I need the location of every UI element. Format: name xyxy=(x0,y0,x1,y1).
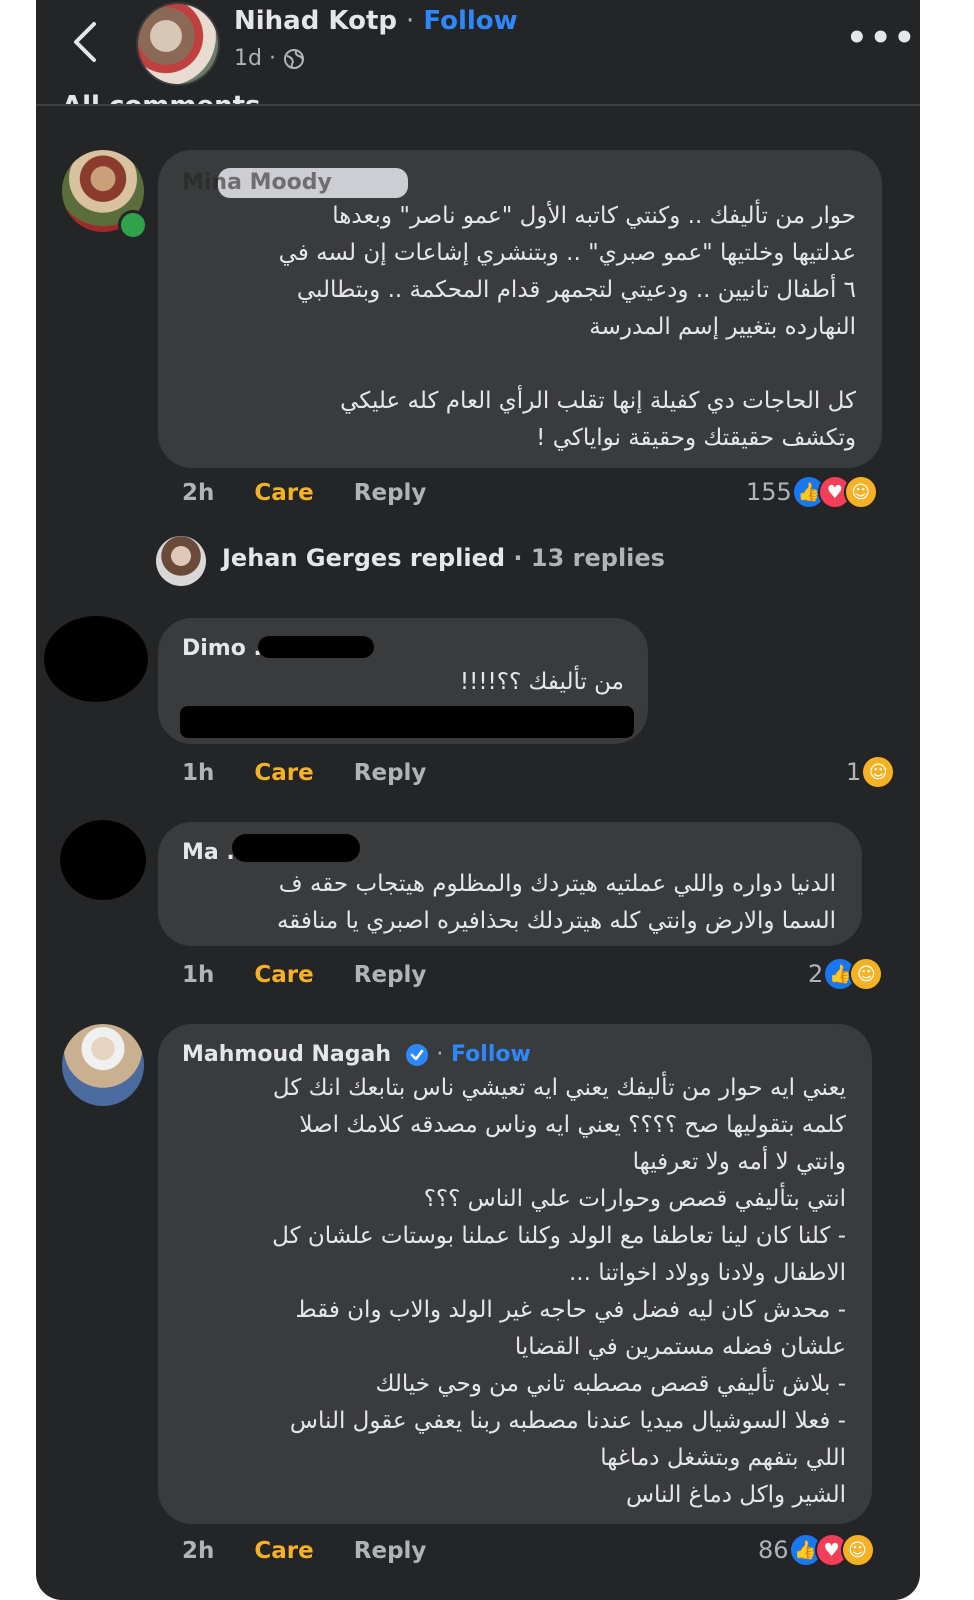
comment-line: وتكشف حقيقتك وحقيقة نواياكي ! xyxy=(536,425,856,451)
reply-button[interactable]: Reply xyxy=(354,962,427,988)
comment-line: علشان فضله مستمرين في القضايا xyxy=(514,1334,846,1360)
reply-button[interactable]: Reply xyxy=(354,480,427,506)
comment-line xyxy=(180,346,856,383)
comment-author-line: Mahmoud Nagah · Follow xyxy=(182,1042,531,1067)
follow-button[interactable]: Follow xyxy=(423,6,517,36)
comment-line: - محدش كان ليه فضل في حاجه غير الولد وال… xyxy=(295,1297,846,1323)
replied-verb: replied xyxy=(409,544,506,572)
comment-line: الاطفال ولادنا وولاد اخواتنا ... xyxy=(568,1260,846,1286)
comment-text: حوار من تأليفك .. وكنتي كاتبه الأول "عمو… xyxy=(180,198,856,457)
care-reaction-icon: ☺ xyxy=(843,475,878,509)
comment-line: النهارده بتغيير إسم المدرسة xyxy=(589,314,856,340)
reply-button[interactable]: Reply xyxy=(354,1538,427,1564)
follow-button[interactable]: Follow xyxy=(451,1042,531,1067)
comment-author[interactable]: Dimo .. xyxy=(182,636,270,661)
comment-line: عدلتيها وخلتيها "عمو صبري" .. وبتنشري إش… xyxy=(278,240,856,266)
post-meta: 1d · xyxy=(234,46,305,71)
replies-count: 13 replies xyxy=(530,544,665,572)
author-line: Nihad Kotp · Follow xyxy=(234,6,518,36)
care-button[interactable]: Care xyxy=(254,480,313,506)
comment-author[interactable]: Ma . xyxy=(182,840,235,865)
comment-line: الدنيا دواره واللي عملتيه هيتردك والمظلو… xyxy=(278,871,836,897)
comment-time[interactable]: 2h xyxy=(182,480,214,506)
comment-line: - فعلا السوشيال ميديا عندنا مصطبه ربنا ي… xyxy=(289,1408,846,1434)
care-reaction-icon: ☺ xyxy=(861,755,896,789)
redacted-avatar xyxy=(60,820,146,900)
comment-author[interactable]: Mina Moody xyxy=(182,170,332,195)
header-divider xyxy=(36,104,920,106)
comment-text: من تأليفك ؟؟!!!! xyxy=(180,664,624,701)
comments-filter[interactable]: All comments xyxy=(62,86,261,104)
comment-text: الدنيا دواره واللي عملتيه هيتردك والمظلو… xyxy=(180,866,836,940)
comment-line: من تأليفك ؟؟!!!! xyxy=(459,669,624,695)
comment-line: ٦ أطفال تانيين .. ودعيتي لتجمهر قدام الم… xyxy=(296,277,856,303)
separator-dot: · xyxy=(436,1042,444,1067)
reaction-count: 86 xyxy=(758,1536,789,1564)
reply-button[interactable]: Reply xyxy=(354,760,427,786)
comment-actions: 2h Care Reply xyxy=(182,1538,426,1564)
reaction-summary[interactable]: 86 👍 ♥ ☺ xyxy=(758,1532,875,1568)
comment-author[interactable]: Mahmoud Nagah xyxy=(182,1042,391,1067)
author-name[interactable]: Nihad Kotp xyxy=(234,6,397,36)
replier-name: Jehan Gerges xyxy=(222,544,402,572)
comment-line: السما والارض وانتي كله هيتردلك بحذافيره … xyxy=(276,908,836,934)
comment-line: يعني ايه حوار من تأليفك يعني ايه تعيشي ن… xyxy=(272,1075,846,1101)
view-replies-link[interactable]: Jehan Gerges replied · 13 replies xyxy=(222,544,665,572)
comment-time[interactable]: 1h xyxy=(182,962,214,988)
comment-time[interactable]: 1h xyxy=(182,760,214,786)
replies-separator: · xyxy=(513,544,523,572)
redacted-avatar xyxy=(44,616,148,702)
comment-time[interactable]: 2h xyxy=(182,1538,214,1564)
post-time[interactable]: 1d xyxy=(234,46,262,71)
reaction-count: 2 xyxy=(808,960,824,988)
name-redaction xyxy=(232,834,360,862)
comment-avatar[interactable] xyxy=(62,1024,144,1106)
name-redaction xyxy=(258,636,374,658)
comment-actions: 2h Care Reply xyxy=(182,480,426,506)
online-status-dot xyxy=(118,210,148,240)
separator-dot: · xyxy=(406,6,415,36)
comment-line: - بلاش تأليفي قصص مصطبه تاني من وحي خيال… xyxy=(375,1371,846,1397)
reaction-count: 155 xyxy=(746,478,792,506)
verified-badge-icon xyxy=(405,1044,428,1066)
comment-actions: 1h Care Reply xyxy=(182,760,426,786)
comment-line: اللي بتفهم وبتشغل دماغها xyxy=(600,1445,846,1471)
comment-text: يعني ايه حوار من تأليفك يعني ايه تعيشي ن… xyxy=(180,1070,846,1514)
comment-line: حوار من تأليفك .. وكنتي كاتبه الأول "عمو… xyxy=(332,203,856,229)
care-reaction-icon: ☺ xyxy=(849,957,884,991)
care-button[interactable]: Care xyxy=(254,760,313,786)
text-redaction xyxy=(180,706,634,738)
reaction-summary[interactable]: 1 ☺ xyxy=(846,754,896,790)
meta-separator: · xyxy=(268,46,276,71)
globe-icon xyxy=(283,49,304,69)
comment-line: - كلنا كان لينا تعاطفا مع الولد وكلنا عم… xyxy=(272,1223,846,1249)
reaction-count: 1 xyxy=(846,758,862,786)
comment-line: كلمه بتقوليها صح ؟؟؟؟ يعني ايه وناس مصدق… xyxy=(299,1112,846,1138)
back-arrow-icon[interactable] xyxy=(66,20,106,64)
comment-actions: 1h Care Reply xyxy=(182,962,426,988)
comment-line: الشير واكل دماغ الناس xyxy=(625,1482,846,1508)
care-button[interactable]: Care xyxy=(254,1538,313,1564)
replier-avatar[interactable] xyxy=(156,536,206,586)
author-avatar[interactable] xyxy=(136,2,220,86)
comment-line: انتي بتأليفي قصص وحوارات علي الناس ؟؟؟ xyxy=(423,1186,846,1212)
care-reaction-icon: ☺ xyxy=(840,1533,875,1567)
comment-line: كل الحاجات دي كفيلة إنها تقلب الرأي العا… xyxy=(340,388,856,414)
reaction-summary[interactable]: 155 👍 ♥ ☺ xyxy=(746,474,878,510)
care-button[interactable]: Care xyxy=(254,962,313,988)
comment-line: وانتي لا أمه ولا تعرفيها xyxy=(632,1149,846,1175)
more-options-icon[interactable]: ••• xyxy=(846,21,917,55)
app-frame: Nihad Kotp · Follow 1d · ••• All comment… xyxy=(36,0,920,1600)
reaction-summary[interactable]: 2 👍 ☺ xyxy=(808,956,884,992)
